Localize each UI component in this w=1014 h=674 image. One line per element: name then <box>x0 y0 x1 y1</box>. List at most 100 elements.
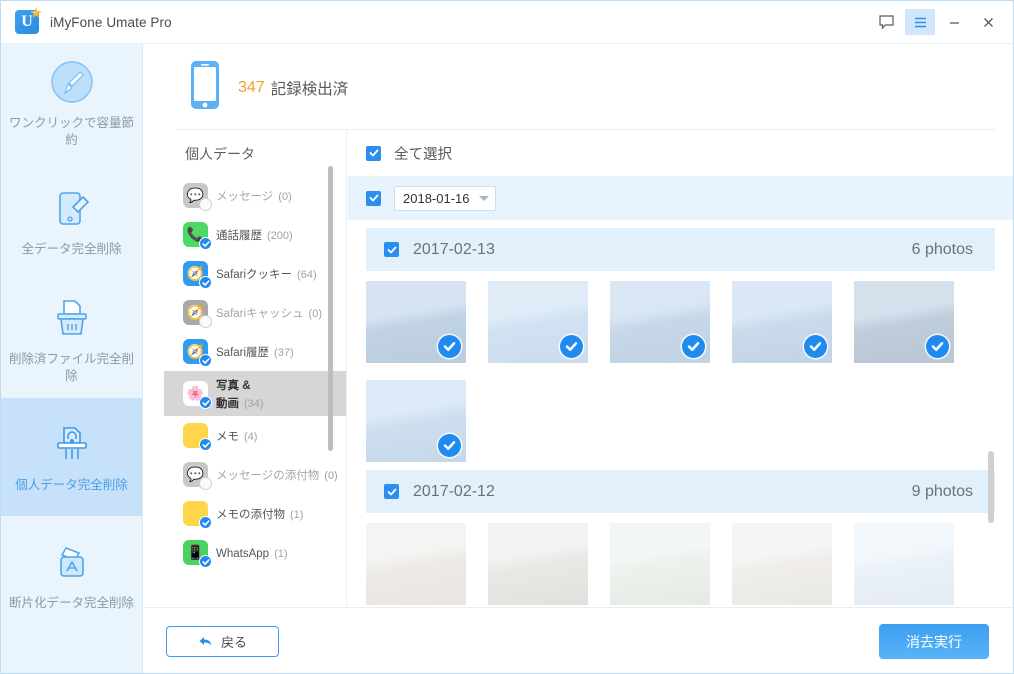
photo-thumbnail[interactable] <box>488 281 588 363</box>
back-button-label: 戻る <box>221 632 247 651</box>
date-filter-row: 2018-01-16 <box>348 176 1013 220</box>
checked-badge-icon[interactable] <box>199 237 212 250</box>
date-filter-select[interactable]: 2018-01-16 <box>394 186 496 211</box>
data-type-label: 通話履歴 <box>216 230 262 242</box>
data-type-text: Safariキャッシュ(0) <box>216 304 322 322</box>
data-type-item[interactable]: メモ(4) <box>164 416 346 455</box>
photo-thumbnail[interactable] <box>610 281 710 363</box>
feedback-icon[interactable] <box>871 9 901 35</box>
app-window: U iMyFone Umate Pro <box>0 0 1014 674</box>
photo-grid <box>348 513 1013 605</box>
checked-badge-icon[interactable] <box>199 354 212 367</box>
data-type-item[interactable]: メモの添付物(1) <box>164 494 346 533</box>
data-type-item[interactable]: 🧭Safari履歴(37) <box>164 332 346 371</box>
photo-thumbnail[interactable] <box>732 281 832 363</box>
photo-thumbnail[interactable] <box>488 523 588 605</box>
checked-badge-icon[interactable] <box>199 516 212 529</box>
data-type-label: メッセージの添付物 <box>216 470 319 482</box>
photo-thumbnail[interactable] <box>366 281 466 363</box>
photo-grid <box>348 271 1013 462</box>
data-type-item[interactable]: 📞 通話履歴 (200) <box>164 215 346 254</box>
sidebar-item-erase-private-data[interactable]: 個人データ完全削除 <box>1 398 142 516</box>
photo-group-checkbox[interactable] <box>384 242 399 257</box>
select-all-row[interactable]: 全て選択 <box>348 130 1013 176</box>
select-all-checkbox[interactable] <box>366 146 381 161</box>
back-button[interactable]: 戻る <box>166 626 279 657</box>
data-type-label: WhatsApp <box>216 548 269 560</box>
sidebar-item-label: 断片化データ完全削除 <box>9 595 134 612</box>
shredder-icon <box>48 294 96 342</box>
data-type-icon: 📱 <box>183 540 208 565</box>
photo-selected-icon[interactable] <box>438 434 461 457</box>
data-type-item[interactable]: 💬メッセージ(0) <box>164 176 346 215</box>
photo-selected-icon[interactable] <box>926 335 949 358</box>
menu-icon[interactable] <box>905 9 935 35</box>
photo-selected-icon[interactable] <box>560 335 583 358</box>
data-type-text: 通話履歴 (200) <box>216 226 293 244</box>
photo-thumbnail[interactable] <box>366 380 466 462</box>
photo-thumbnail[interactable] <box>732 523 832 605</box>
app-logo-icon: U <box>15 10 39 34</box>
data-type-item[interactable]: 📱WhatsApp(1) <box>164 533 346 572</box>
data-type-item[interactable]: 🧭 Safariキャッシュ(0) <box>164 293 346 332</box>
back-arrow-icon <box>198 635 213 648</box>
photo-thumbnail[interactable] <box>366 523 466 605</box>
photo-selected-icon[interactable] <box>804 335 827 358</box>
data-type-item[interactable]: 🌸写真 & 動画(34) <box>164 371 346 416</box>
data-type-icon: 💬 <box>183 462 208 487</box>
date-filter-checkbox[interactable] <box>366 191 381 206</box>
data-type-icon: 💬 <box>183 183 208 208</box>
photo-thumbnail[interactable] <box>854 281 954 363</box>
data-type-count: (34) <box>244 398 264 410</box>
photo-selected-icon[interactable] <box>682 335 705 358</box>
photo-thumbnail[interactable] <box>610 523 710 605</box>
data-type-count: (200) <box>267 230 293 242</box>
data-list-title: 個人データ <box>164 130 346 176</box>
title-bar: U iMyFone Umate Pro <box>1 1 1013 44</box>
checked-badge-icon[interactable] <box>199 438 212 451</box>
data-type-count: (0) <box>324 470 337 482</box>
data-type-count: (37) <box>274 347 294 359</box>
photo-thumbnail[interactable] <box>854 523 954 605</box>
data-list-scrollbar[interactable] <box>328 166 333 451</box>
minimize-icon[interactable] <box>939 9 969 35</box>
data-type-icon: 📞 <box>183 222 208 247</box>
content-header: 347 記録検出済 <box>144 45 1013 130</box>
checked-badge-icon[interactable] <box>199 396 212 409</box>
data-type-icon <box>183 423 208 448</box>
data-type-icon: 🌸 <box>183 381 208 406</box>
data-type-label: メモ <box>216 431 239 443</box>
data-type-item[interactable]: 💬 メッセージの添付物 (0) <box>164 455 346 494</box>
photo-selected-icon[interactable] <box>438 335 461 358</box>
photo-panel-scrollbar[interactable] <box>988 451 994 523</box>
sidebar-item-erase-all-data[interactable]: 全データ完全削除 <box>1 162 142 280</box>
photo-overlay <box>610 523 710 605</box>
data-type-icon <box>183 501 208 526</box>
unchecked-badge-icon[interactable] <box>199 315 212 328</box>
data-type-list: 個人データ 💬メッセージ(0) 📞 通話履歴 (200) 🧭 Safariクッキー (64)… <box>164 130 347 606</box>
sidebar-item-erase-fragments[interactable]: 断片化データ完全削除 <box>1 516 142 634</box>
sidebar: ワンクリックで容量節約 全データ完全削除 削除済フ <box>1 44 143 674</box>
photo-group-count: 9 photos <box>912 483 973 501</box>
erase-button-label: 消去実行 <box>906 632 962 652</box>
photo-group-checkbox[interactable] <box>384 484 399 499</box>
sidebar-item-erase-deleted-files[interactable]: 削除済ファイル完全削除 <box>1 280 142 398</box>
unchecked-badge-icon[interactable] <box>199 477 212 490</box>
broom-circle-icon <box>48 58 96 106</box>
data-type-icon: 🧭 <box>183 300 208 325</box>
sidebar-item-one-click-free-up[interactable]: ワンクリックで容量節約 <box>1 44 142 162</box>
photo-group-count: 6 photos <box>912 241 973 259</box>
lock-shredder-icon <box>48 420 96 468</box>
data-type-item[interactable]: 🧭Safariクッキー(64) <box>164 254 346 293</box>
erase-button[interactable]: 消去実行 <box>879 624 989 659</box>
checked-badge-icon[interactable] <box>199 276 212 289</box>
unchecked-badge-icon[interactable] <box>199 198 212 211</box>
sidebar-item-label: 全データ完全削除 <box>21 241 121 258</box>
close-icon[interactable] <box>973 9 1003 35</box>
data-type-count: (64) <box>297 269 317 281</box>
data-type-count: (1) <box>290 509 303 521</box>
sidebar-item-label: 個人データ完全削除 <box>15 477 128 494</box>
data-type-label: Safariクッキー <box>216 269 292 281</box>
checked-badge-icon[interactable] <box>199 555 212 568</box>
photo-overlay <box>732 523 832 605</box>
